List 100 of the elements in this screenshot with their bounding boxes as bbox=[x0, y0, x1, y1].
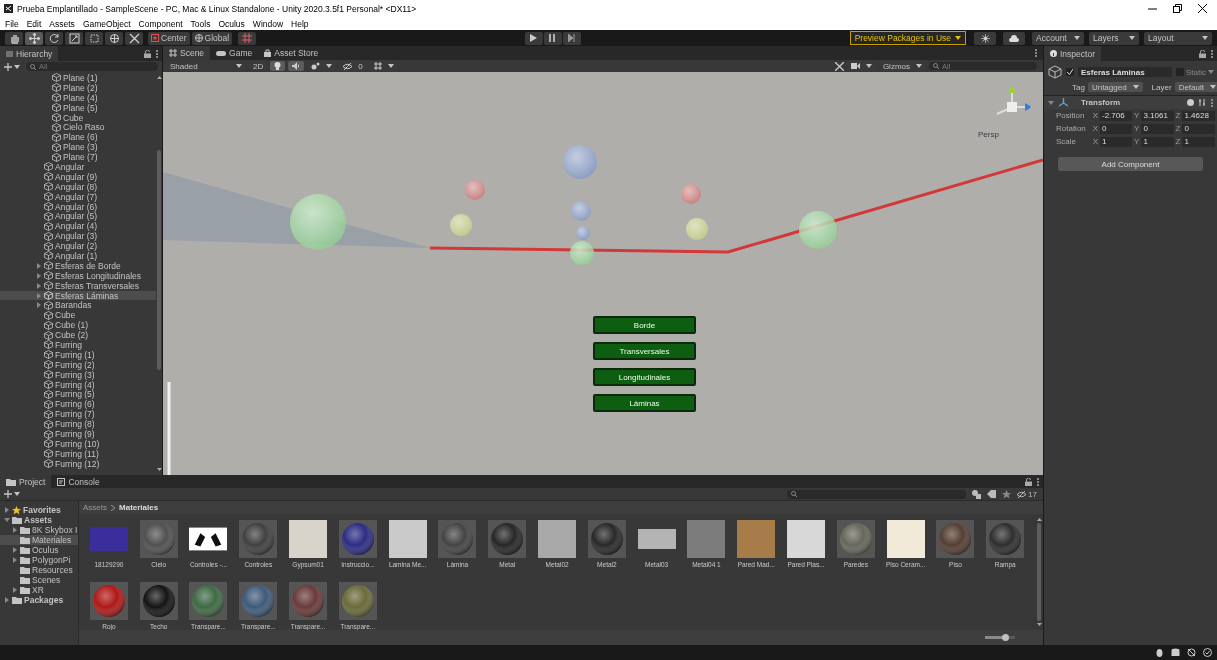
value-field[interactable]: 1.4628 bbox=[1182, 110, 1215, 121]
game-menu-button[interactable]: Longitudinales bbox=[593, 368, 696, 386]
hierarchy-item[interactable]: Furring (4) bbox=[0, 379, 156, 390]
step-button[interactable] bbox=[562, 31, 581, 45]
axis-gizmo-icon[interactable] bbox=[996, 85, 1033, 115]
filter-type-icon[interactable] bbox=[972, 489, 982, 499]
scrollbar-thumb[interactable] bbox=[157, 150, 161, 370]
scroll-up-icon[interactable] bbox=[1036, 518, 1042, 521]
hierarchy-item[interactable]: Furring (8) bbox=[0, 419, 156, 430]
project-tree-item[interactable]: Resources bbox=[0, 565, 78, 575]
scroll-down-icon[interactable] bbox=[156, 468, 162, 471]
tool-button[interactable] bbox=[125, 31, 143, 45]
menu-item[interactable]: Assets bbox=[49, 18, 75, 29]
hierarchy-item[interactable]: Furring (2) bbox=[0, 359, 156, 370]
hierarchy-item[interactable]: Plane (7) bbox=[0, 152, 156, 162]
hierarchy-item[interactable]: Cube bbox=[0, 310, 156, 321]
hierarchy-item[interactable]: Angular (1) bbox=[0, 251, 156, 261]
value-field[interactable]: 0 bbox=[1100, 123, 1133, 134]
project-tree-item[interactable]: Favorites bbox=[0, 505, 78, 515]
hierarchy-item[interactable]: Plane (1) bbox=[0, 73, 156, 83]
menu-item[interactable]: Window bbox=[252, 18, 284, 29]
value-field[interactable]: 1 bbox=[1141, 136, 1174, 147]
hierarchy-item[interactable]: Furring (11) bbox=[0, 448, 156, 459]
breadcrumb-item[interactable]: Assets bbox=[83, 503, 107, 512]
tag-dropdown[interactable]: Untagged bbox=[1087, 82, 1143, 92]
create-button[interactable] bbox=[4, 487, 20, 501]
add-component-button[interactable]: Add Component bbox=[1058, 157, 1203, 171]
lighting-toggle[interactable] bbox=[270, 61, 286, 71]
hierarchy-item[interactable]: Esferas de Borde bbox=[0, 260, 156, 271]
hierarchy-item[interactable]: Plane (3) bbox=[0, 142, 156, 153]
menu-item[interactable]: Tools bbox=[190, 18, 211, 29]
active-checkbox[interactable] bbox=[1066, 68, 1074, 76]
tool-button[interactable] bbox=[25, 31, 43, 45]
hierarchy-item[interactable]: Angular (5) bbox=[0, 211, 156, 222]
project-tree-item[interactable]: XR bbox=[0, 585, 78, 595]
tool-button[interactable] bbox=[5, 31, 23, 45]
hierarchy-item[interactable]: Furring (12) bbox=[0, 458, 156, 469]
project-tree-item[interactable]: 8K Skybox I bbox=[0, 525, 78, 535]
pivot-button[interactable]: Center bbox=[148, 31, 190, 45]
hierarchy-item[interactable]: Cube (2) bbox=[0, 330, 156, 341]
project-tree-item[interactable]: Materiales bbox=[0, 535, 78, 545]
hierarchy-item[interactable]: Angular (9) bbox=[0, 171, 156, 182]
project-tree-item[interactable]: PolygonPi bbox=[0, 555, 78, 565]
restore-icon[interactable] bbox=[1173, 4, 1182, 13]
project-search-field[interactable] bbox=[787, 489, 967, 499]
hierarchy-item[interactable]: Angular (2) bbox=[0, 241, 156, 252]
value-field[interactable]: 0 bbox=[1141, 123, 1174, 134]
close-icon[interactable] bbox=[1198, 4, 1207, 13]
hierarchy-item[interactable]: Angular (7) bbox=[0, 191, 156, 202]
collapsed-arrow-icon[interactable] bbox=[4, 507, 10, 513]
game-menu-button[interactable]: Láminas bbox=[593, 394, 696, 412]
hierarchy-item[interactable]: Furring (5) bbox=[0, 389, 156, 400]
hierarchy-item[interactable]: Angular (4) bbox=[0, 221, 156, 232]
value-field[interactable]: 0 bbox=[1182, 123, 1215, 134]
tool-button[interactable] bbox=[105, 31, 123, 45]
preview-packages-button[interactable]: Preview Packages in Use bbox=[849, 31, 966, 45]
cache-icon[interactable] bbox=[1171, 648, 1180, 657]
game-menu-button[interactable]: Borde bbox=[593, 316, 696, 334]
hierarchy-item[interactable]: Plane (2) bbox=[0, 82, 156, 93]
space-button[interactable]: Global bbox=[191, 31, 233, 45]
project-tree-item[interactable]: Oculus bbox=[0, 545, 78, 555]
project-tree-item[interactable]: Assets bbox=[0, 515, 78, 525]
value-field[interactable]: -2.706 bbox=[1100, 110, 1133, 121]
expanded-arrow-icon[interactable] bbox=[4, 517, 10, 523]
hierarchy-item[interactable]: Esferas Transversales bbox=[0, 280, 156, 291]
hierarchy-item[interactable]: Barandas bbox=[0, 300, 156, 311]
scroll-down-icon[interactable] bbox=[1036, 623, 1042, 626]
hierarchy-item[interactable]: Furring (7) bbox=[0, 409, 156, 420]
check-circle-icon[interactable] bbox=[1203, 648, 1212, 657]
hierarchy-item[interactable]: Plane (5) bbox=[0, 102, 156, 113]
project-tree-item[interactable]: Scenes bbox=[0, 575, 78, 585]
tool-button[interactable] bbox=[45, 31, 63, 45]
cloud-button[interactable] bbox=[1003, 31, 1025, 45]
account-dropdown[interactable]: Account bbox=[1032, 31, 1084, 45]
scroll-up-icon[interactable] bbox=[156, 76, 162, 79]
menu-item[interactable]: GameObject bbox=[82, 18, 131, 29]
layers-dropdown[interactable]: Layers bbox=[1089, 31, 1139, 45]
project-tab[interactable]: Console bbox=[51, 475, 106, 488]
menu-item[interactable]: Help bbox=[291, 18, 309, 29]
menu-item[interactable]: File bbox=[5, 18, 19, 29]
scene-tab[interactable]: Asset Store bbox=[258, 46, 325, 61]
hierarchy-item[interactable]: Angular bbox=[0, 162, 156, 172]
hierarchy-item[interactable]: Angular (6) bbox=[0, 201, 156, 212]
play-button[interactable] bbox=[524, 31, 543, 45]
hierarchy-item[interactable]: Plane (6) bbox=[0, 132, 156, 143]
lock-icon[interactable] bbox=[1025, 477, 1032, 486]
hierarchy-item[interactable]: Cube (1) bbox=[0, 320, 156, 331]
hierarchy-item[interactable]: Angular (8) bbox=[0, 181, 156, 192]
lighting-icon[interactable] bbox=[1187, 648, 1196, 657]
menu-item[interactable]: Component bbox=[138, 18, 183, 29]
snap-button[interactable] bbox=[238, 31, 257, 45]
hierarchy-item[interactable]: Furring (10) bbox=[0, 438, 156, 449]
value-field[interactable]: 1 bbox=[1100, 136, 1133, 147]
transform-header[interactable]: Transform bbox=[1044, 95, 1217, 109]
layer-dropdown[interactable]: Default bbox=[1174, 82, 1217, 92]
lock-icon[interactable] bbox=[1199, 49, 1206, 58]
help-icon[interactable] bbox=[1187, 99, 1194, 106]
menu-item[interactable]: Oculus bbox=[218, 18, 245, 29]
project-tab[interactable]: Project bbox=[0, 475, 52, 488]
star-icon[interactable] bbox=[1002, 489, 1012, 499]
